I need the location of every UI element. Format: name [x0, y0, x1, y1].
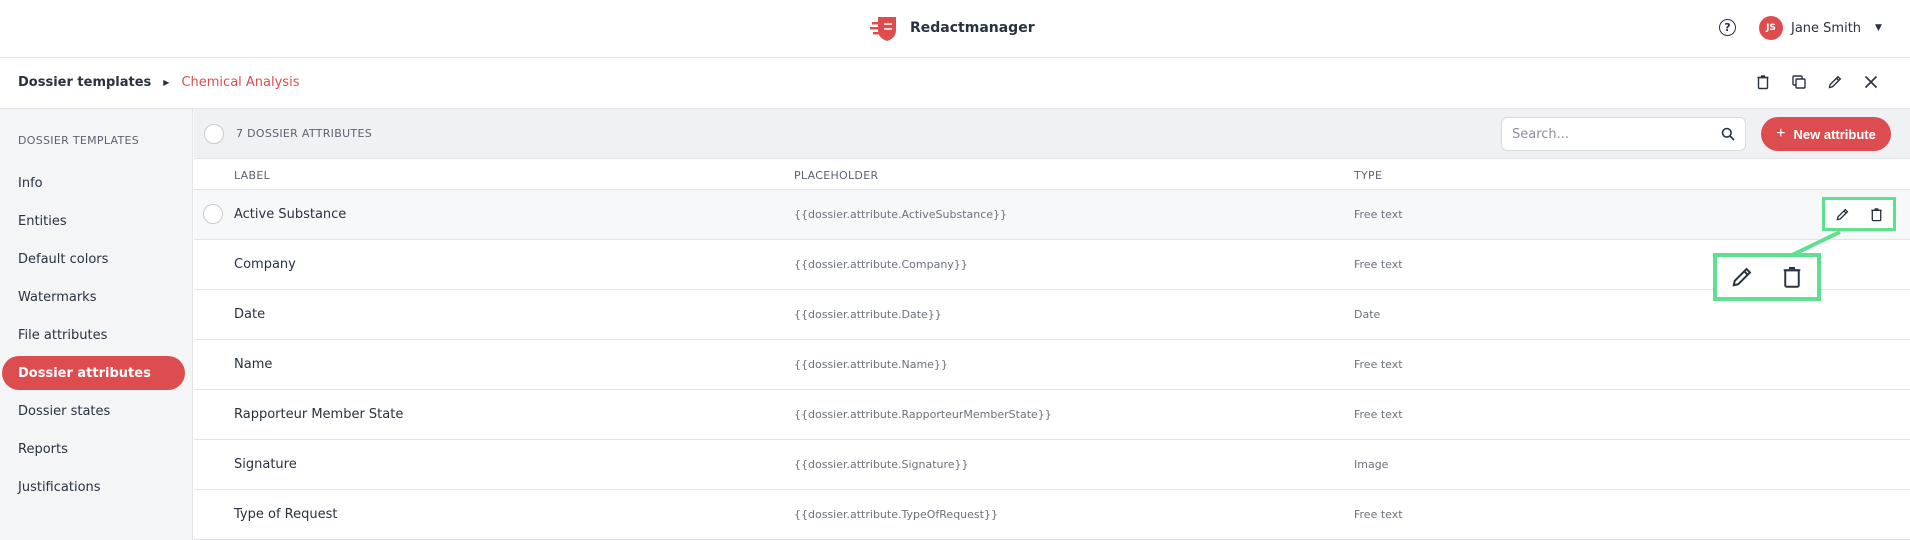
table-row[interactable]: Signature {{dossier.attribute.Signature}… [194, 440, 1910, 490]
sidebar-item-file-attributes[interactable]: File attributes [0, 316, 193, 354]
sidebar-item-default-colors[interactable]: Default colors [0, 240, 193, 278]
row-type: Free text [1354, 258, 1403, 271]
select-all-checkbox[interactable] [204, 124, 224, 144]
sidebar-item-justifications[interactable]: Justifications [0, 468, 193, 506]
sidebar-title: DOSSIER TEMPLATES [18, 134, 140, 147]
sidebar-item-dossier-attributes[interactable]: Dossier attributes [2, 356, 185, 390]
zoomed-row-actions-callout [1713, 253, 1821, 301]
table-row[interactable]: Name {{dossier.attribute.Name}} Free tex… [194, 340, 1910, 390]
help-circle-icon[interactable]: ? [1719, 19, 1736, 36]
row-label: Date [234, 307, 266, 322]
breadcrumb: Dossier templates ▶ Chemical Analysis [18, 75, 299, 90]
caret-down-icon: ▼ [1875, 23, 1882, 33]
row-placeholder: {{dossier.attribute.Company}} [794, 258, 968, 271]
sidebar-item-reports[interactable]: Reports [0, 430, 193, 468]
row-label: Rapporteur Member State [234, 407, 404, 422]
column-header-placeholder[interactable]: PLACEHOLDER [794, 169, 878, 182]
table-row[interactable]: Date {{dossier.attribute.Date}} Date [194, 290, 1910, 340]
row-placeholder: {{dossier.attribute.Signature}} [794, 458, 969, 471]
trash-icon[interactable] [1869, 207, 1884, 222]
sidebar: DOSSIER TEMPLATES Info Entities Default … [0, 109, 193, 540]
user-name: Jane Smith [1791, 20, 1862, 36]
row-placeholder: {{dossier.attribute.Date}} [794, 308, 942, 321]
breadcrumb-bar: Dossier templates ▶ Chemical Analysis [0, 58, 1910, 109]
sidebar-item-dossier-states[interactable]: Dossier states [0, 392, 193, 430]
row-checkbox[interactable] [203, 204, 223, 224]
search-input[interactable] [1502, 118, 1702, 150]
new-attribute-label: New attribute [1793, 126, 1876, 142]
row-label: Type of Request [234, 507, 338, 522]
pencil-icon [1732, 267, 1752, 287]
caret-right-icon: ▶ [163, 78, 170, 87]
row-label: Name [234, 357, 273, 372]
attribute-table: Active Substance {{dossier.attribute.Act… [194, 190, 1910, 540]
app-name: Redactmanager [910, 20, 1035, 36]
attribute-count: 7 DOSSIER ATTRIBUTES [236, 127, 372, 140]
top-header: Redactmanager ? JS Jane Smith ▼ [0, 0, 1910, 58]
breadcrumb-parent[interactable]: Dossier templates [18, 75, 151, 90]
breadcrumb-current[interactable]: Chemical Analysis [181, 75, 299, 90]
column-header-label[interactable]: LABEL [234, 169, 270, 182]
row-label: Signature [234, 457, 297, 472]
pencil-icon[interactable] [1826, 72, 1844, 92]
row-type: Free text [1354, 408, 1403, 421]
trash-icon [1783, 267, 1801, 288]
user-menu[interactable]: JS Jane Smith ▼ [1759, 16, 1882, 40]
row-type: Image [1354, 458, 1389, 471]
brand[interactable]: Redactmanager [870, 12, 1035, 44]
row-type: Date [1354, 308, 1381, 321]
row-type: Free text [1354, 358, 1403, 371]
sidebar-item-entities[interactable]: Entities [0, 202, 193, 240]
main-content: 7 DOSSIER ATTRIBUTES + New attribute LAB… [194, 109, 1910, 540]
trash-icon[interactable] [1754, 72, 1772, 92]
pencil-icon[interactable] [1835, 207, 1850, 222]
template-actions [1754, 72, 1880, 92]
table-row[interactable]: Type of Request {{dossier.attribute.Type… [194, 490, 1910, 540]
table-row[interactable]: Rapporteur Member State {{dossier.attrib… [194, 390, 1910, 440]
row-placeholder: {{dossier.attribute.RapporteurMemberStat… [794, 408, 1052, 421]
row-type: Free text [1354, 508, 1403, 521]
plus-icon: + [1776, 125, 1786, 142]
duplicate-icon[interactable] [1790, 72, 1808, 92]
row-type: Free text [1354, 208, 1403, 221]
search-icon[interactable] [1721, 127, 1735, 141]
table-row[interactable]: Active Substance {{dossier.attribute.Act… [194, 190, 1910, 240]
row-actions [1822, 197, 1896, 231]
sidebar-nav: Info Entities Default colors Watermarks … [0, 164, 193, 506]
row-placeholder: {{dossier.attribute.TypeOfRequest}} [794, 508, 998, 521]
sidebar-item-info[interactable]: Info [0, 164, 193, 202]
avatar: JS [1759, 16, 1783, 40]
redactmanager-logo-icon [870, 17, 896, 41]
table-row[interactable]: Company {{dossier.attribute.Company}} Fr… [194, 240, 1910, 290]
row-placeholder: {{dossier.attribute.ActiveSubstance}} [794, 208, 1008, 221]
row-placeholder: {{dossier.attribute.Name}} [794, 358, 948, 371]
table-toolbar: 7 DOSSIER ATTRIBUTES + New attribute [194, 109, 1910, 159]
row-label: Company [234, 257, 296, 272]
row-label: Active Substance [234, 207, 347, 222]
table-header: LABEL PLACEHOLDER TYPE [194, 159, 1910, 190]
search-box [1501, 117, 1746, 151]
column-header-type[interactable]: TYPE [1354, 169, 1382, 182]
close-icon[interactable] [1862, 72, 1880, 92]
new-attribute-button[interactable]: + New attribute [1761, 117, 1891, 151]
sidebar-item-watermarks[interactable]: Watermarks [0, 278, 193, 316]
